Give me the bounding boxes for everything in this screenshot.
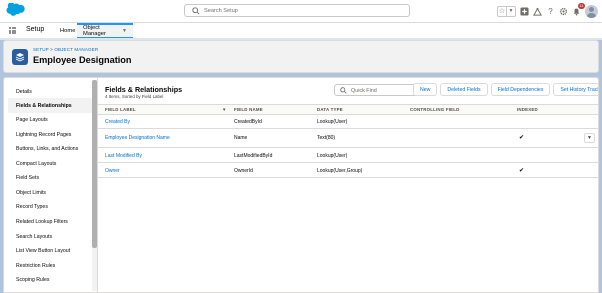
quick-find-input[interactable]: Quick Find: [334, 84, 418, 96]
indexed-cell: ✔: [519, 135, 525, 141]
sidebar-item-search-layouts[interactable]: Search Layouts: [16, 234, 52, 240]
sidebar-item-scoping-rules[interactable]: Scoping Rules: [16, 277, 49, 283]
avatar-body: [587, 12, 596, 18]
tab-home-label: Home: [60, 27, 76, 34]
sidebar-item-details[interactable]: Details: [16, 89, 32, 95]
avatar-head: [589, 6, 594, 12]
data-type-cell: Lookup(User): [317, 119, 348, 125]
sidebar-item-related-lookup-filters[interactable]: Related Lookup Filters: [16, 219, 68, 225]
chevron-down-icon: ▼: [587, 135, 592, 141]
field-label-link[interactable]: Last Modified By: [105, 153, 142, 159]
favorites-group: ☆ ▼: [497, 5, 516, 17]
new-button[interactable]: New: [413, 83, 438, 96]
search-icon: [340, 87, 347, 94]
field-name-cell: LastModifiedById: [234, 153, 273, 159]
page-header: SETUP > OBJECT MANAGER Employee Designat…: [3, 40, 599, 73]
field-name-cell: CreatedById: [234, 119, 262, 125]
search-placeholder: Search Setup: [204, 8, 238, 14]
section-title: Fields & Relationships: [105, 85, 183, 94]
global-search[interactable]: Search Setup: [184, 4, 410, 17]
sidebar-item-record-types[interactable]: Record Types: [16, 204, 48, 210]
chevron-down-icon[interactable]: ▼: [507, 7, 515, 15]
sidebar-item-field-sets[interactable]: Field Sets: [16, 175, 39, 181]
sidebar-scrollbar[interactable]: [92, 80, 97, 291]
app-name: Setup: [26, 26, 45, 33]
sidebar-item-restriction-rules[interactable]: Restriction Rules: [16, 263, 55, 269]
field-label-link[interactable]: Owner: [105, 168, 120, 174]
content-panel: Details Fields & Relationships Page Layo…: [3, 77, 599, 293]
notification-badge: 11: [577, 2, 585, 9]
data-type-cell: Lookup(User): [317, 153, 348, 159]
fields-panel: Fields & Relationships 4 Items, Sorted b…: [98, 78, 598, 292]
breadcrumb-object-manager[interactable]: OBJECT MANAGER: [54, 47, 98, 52]
app-launcher-icon[interactable]: [9, 27, 16, 34]
column-indexed[interactable]: INDEXED: [517, 107, 538, 112]
indexed-cell: ✔: [519, 168, 525, 174]
field-label-link[interactable]: Created By: [105, 119, 130, 125]
table-row: Last Modified By LastModifiedById Lookup…: [98, 148, 598, 163]
global-header: Search Setup ☆ ▼ ? 11: [0, 0, 602, 22]
set-history-tracking-button[interactable]: Set History Tracking: [553, 83, 598, 96]
avatar[interactable]: [585, 4, 598, 18]
help-icon[interactable]: ?: [546, 7, 555, 16]
column-controlling-field[interactable]: CONTROLLING FIELD: [410, 107, 460, 112]
action-buttons: New Deleted Fields Field Dependencies Se…: [413, 83, 598, 96]
tab-object-manager-label: Object Manager: [83, 25, 106, 37]
table-row: Employee Designation Name Name Text(80) …: [98, 129, 598, 148]
chevron-down-icon[interactable]: ▼: [122, 28, 127, 34]
sidebar-item-object-limits[interactable]: Object Limits: [16, 190, 46, 196]
sidebar: Details Fields & Relationships Page Layo…: [4, 78, 98, 292]
column-field-name[interactable]: FIELD NAME: [234, 107, 263, 112]
sidebar-item-list-view-button-layout[interactable]: List View Button Layout: [16, 248, 70, 254]
sidebar-item-compact-layouts[interactable]: Compact Layouts: [16, 161, 56, 167]
table-row: Owner OwnerId Lookup(User,Group) ✔: [98, 163, 598, 178]
field-name-cell: OwnerId: [234, 168, 253, 174]
sidebar-scrollbar-thumb[interactable]: [92, 80, 97, 248]
page-title: Employee Designation: [33, 55, 132, 65]
column-data-type[interactable]: DATA TYPE: [317, 107, 343, 112]
field-name-cell: Name: [234, 135, 248, 141]
column-field-label[interactable]: FIELD LABEL: [105, 107, 136, 112]
tab-object-manager[interactable]: Object Manager ▼: [77, 23, 133, 38]
sidebar-item-fields-relationships[interactable]: Fields & Relationships: [16, 103, 72, 109]
sort-down-icon[interactable]: ▼: [222, 107, 226, 112]
table-row: Created By CreatedById Lookup(User): [98, 114, 598, 129]
nav-bar: Setup Home Object Manager ▼: [0, 22, 602, 40]
deleted-fields-button[interactable]: Deleted Fields: [440, 83, 488, 96]
breadcrumb: SETUP > OBJECT MANAGER: [33, 47, 98, 52]
search-icon: [192, 7, 200, 15]
sidebar-item-buttons-links-actions[interactable]: Buttons, Links, and Actions: [16, 146, 78, 152]
data-type-cell: Lookup(User,Group): [317, 168, 363, 174]
field-label-link[interactable]: Employee Designation Name: [105, 135, 170, 141]
breadcrumb-setup[interactable]: SETUP: [33, 47, 49, 52]
object-layers-icon: [12, 49, 28, 65]
gear-icon[interactable]: [559, 7, 568, 16]
sidebar-item-page-layouts[interactable]: Page Layouts: [16, 117, 48, 123]
bell-icon[interactable]: 11: [572, 2, 585, 16]
sidebar-item-lightning-record-pages[interactable]: Lightning Record Pages: [16, 132, 71, 138]
salesforce-logo[interactable]: [6, 3, 25, 17]
quick-find-placeholder: Quick Find: [351, 87, 377, 94]
trailhead-icon[interactable]: [533, 7, 542, 16]
row-actions-dropdown[interactable]: ▼: [584, 133, 595, 143]
data-type-cell: Text(80): [317, 135, 336, 141]
global-actions: ☆ ▼ ? 11: [497, 2, 598, 20]
field-dependencies-button[interactable]: Field Dependencies: [490, 83, 551, 96]
global-actions-icon[interactable]: [520, 6, 529, 16]
section-subtitle: 4 Items, Sorted by Field Label: [105, 94, 164, 99]
breadcrumb-separator: >: [50, 47, 53, 52]
star-icon[interactable]: ☆: [498, 7, 506, 15]
